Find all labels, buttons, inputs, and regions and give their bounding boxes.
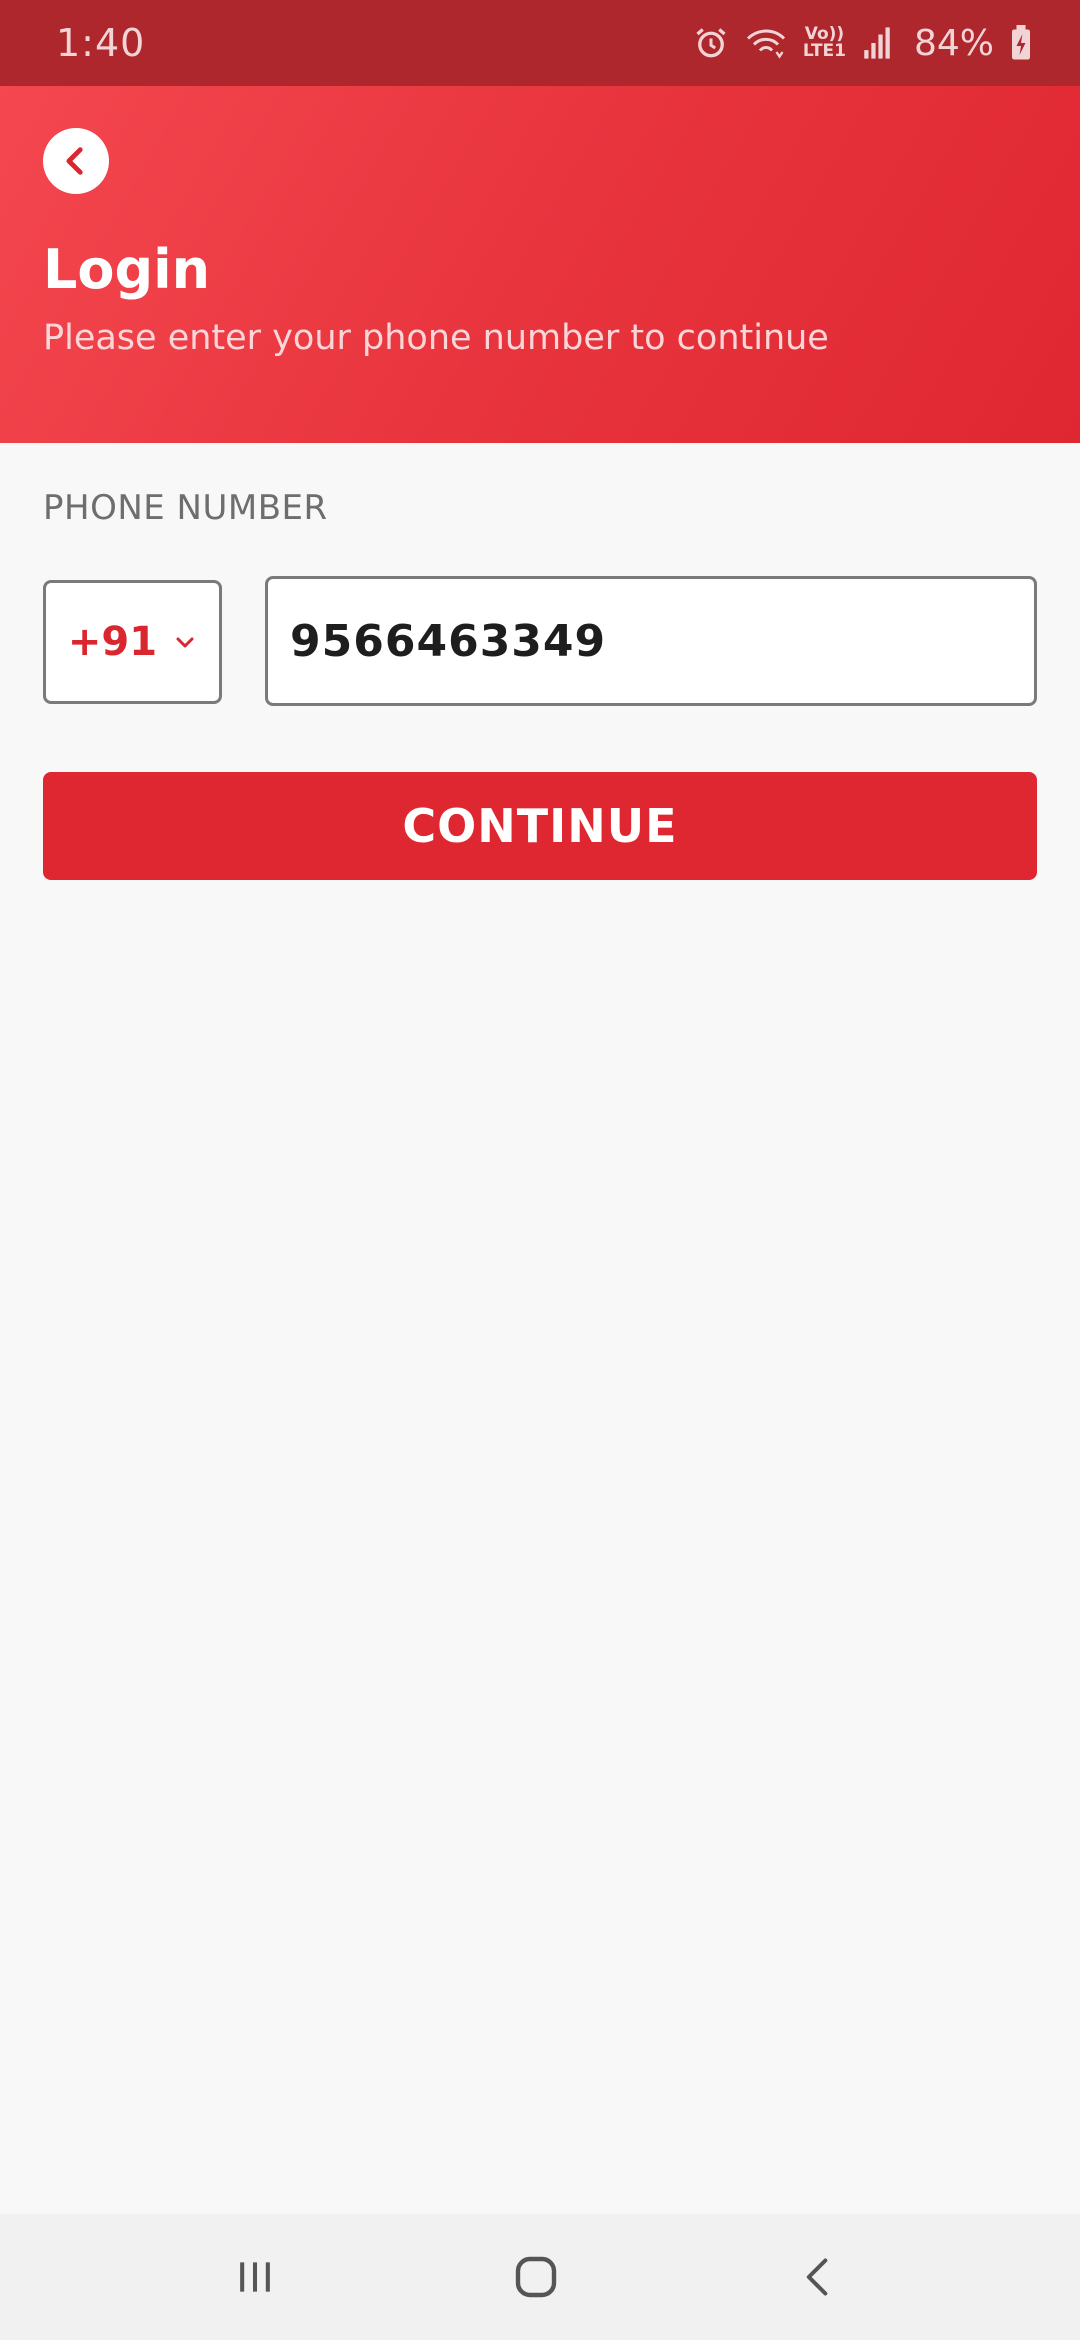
home-icon <box>515 2256 557 2298</box>
status-time: 1:40 <box>56 21 146 65</box>
login-header: Login Please enter your phone number to … <box>0 86 1080 443</box>
volte-bottom-label: LTE1 <box>802 41 846 61</box>
country-code-value: +91 <box>67 619 158 665</box>
recent-apps-icon <box>240 2262 270 2292</box>
signal-icon <box>864 27 890 59</box>
recent-apps-button[interactable] <box>175 2214 335 2340</box>
back-icon <box>806 2258 828 2296</box>
battery-percent: 84% <box>913 22 994 64</box>
phone-number-label: PHONE NUMBER <box>43 488 328 528</box>
status-bar: 1:40 Vo)) LTE1 84% <box>0 0 1080 86</box>
phone-number-input[interactable] <box>265 576 1037 706</box>
wifi-icon <box>746 29 785 59</box>
system-nav-bar <box>0 2214 1080 2340</box>
battery-charging-icon <box>1012 25 1030 60</box>
status-icons: Vo)) LTE1 84% <box>693 23 1032 64</box>
chevron-left-icon <box>66 147 83 175</box>
page-subtitle: Please enter your phone number to contin… <box>43 318 829 358</box>
alarm-icon <box>696 28 726 58</box>
continue-button[interactable]: CONTINUE <box>43 772 1037 880</box>
chevron-down-icon <box>176 637 194 648</box>
home-button[interactable] <box>456 2214 616 2340</box>
nav-back-button[interactable] <box>738 2214 898 2340</box>
country-code-select[interactable]: +91 <box>43 580 222 704</box>
volte-icon: Vo)) LTE1 <box>803 26 846 60</box>
back-button[interactable] <box>43 128 109 194</box>
page-title: Login <box>43 238 211 301</box>
